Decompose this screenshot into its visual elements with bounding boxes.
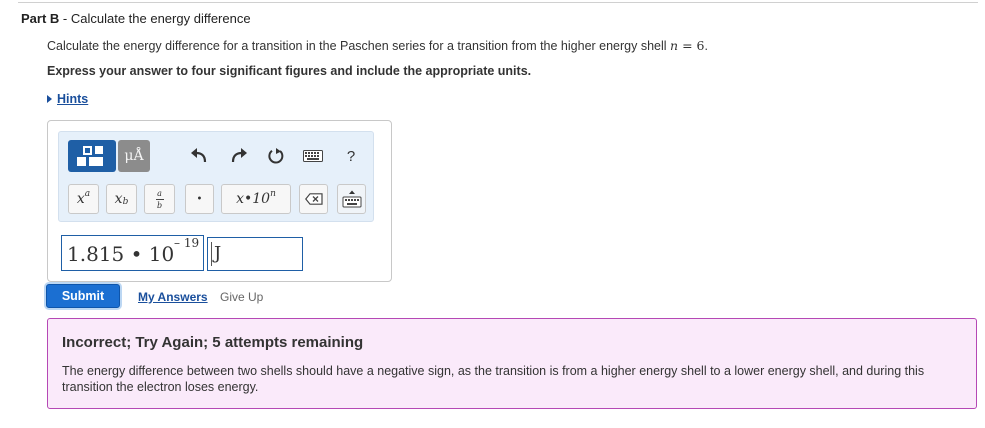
- part-separator: -: [59, 11, 71, 26]
- undo-icon[interactable]: [187, 145, 211, 167]
- dot-key[interactable]: •: [185, 184, 214, 214]
- units-value: J: [214, 243, 222, 264]
- top-divider: [18, 2, 978, 3]
- fraction-key[interactable]: a b: [144, 184, 175, 214]
- backspace-key[interactable]: [299, 184, 328, 214]
- give-up-link[interactable]: Give Up: [220, 290, 263, 304]
- question-math: n = 6: [670, 38, 704, 53]
- part-title: Part B - Calculate the energy difference: [21, 11, 251, 26]
- value-input[interactable]: 1.815 • 10 – 19: [61, 235, 204, 271]
- value-exponent: – 19: [174, 236, 200, 250]
- value-mantissa: 1.815: [67, 242, 125, 266]
- units-input[interactable]: J: [207, 237, 303, 271]
- part-title-text: Calculate the energy difference: [70, 11, 251, 26]
- power-key-exp: a: [84, 189, 91, 199]
- keyboard-icon[interactable]: [301, 145, 325, 167]
- fraction-key-num: a: [157, 188, 162, 198]
- subscript-key[interactable]: xb: [106, 184, 137, 214]
- question-period: .: [704, 39, 708, 53]
- reset-icon[interactable]: [264, 145, 288, 167]
- template-square-icon: [83, 146, 92, 155]
- keyboard-up-icon: [342, 190, 361, 208]
- instruction-text: Express your answer to four significant …: [47, 64, 532, 78]
- subscript-key-sub: b: [122, 197, 129, 207]
- value-times: •: [124, 242, 149, 266]
- feedback-panel: Incorrect; Try Again; 5 attempts remaini…: [47, 318, 977, 409]
- scientific-notation-key[interactable]: x•10 n: [221, 184, 291, 214]
- units-button[interactable]: μÅ: [118, 140, 150, 172]
- value-display: 1.815 • 10: [67, 242, 174, 266]
- feedback-text: The energy difference between two shells…: [62, 364, 925, 394]
- scientific-key-label: x•10: [236, 191, 271, 207]
- power-key[interactable]: xa: [68, 184, 99, 214]
- subscript-key-base: x: [114, 191, 123, 207]
- help-label: ?: [346, 147, 356, 165]
- question-text: Calculate the energy difference for a tr…: [47, 38, 708, 53]
- template-square-icon: [95, 146, 103, 154]
- power-key-base: x: [76, 191, 85, 207]
- backspace-icon: [304, 193, 323, 205]
- caret-right-icon: [47, 95, 52, 103]
- answer-box: μÅ ? xa xb a b • x•10 n 1.815 • 10 – 19 …: [47, 120, 392, 282]
- question-equals: =: [678, 38, 697, 53]
- scientific-key-exp: n: [270, 189, 276, 199]
- question-variable: n: [670, 38, 679, 53]
- help-icon[interactable]: ?: [339, 145, 363, 167]
- submit-button[interactable]: Submit: [46, 284, 120, 308]
- templates-button[interactable]: [68, 140, 116, 172]
- question-body: Calculate the energy difference for a tr…: [47, 39, 671, 53]
- hints-link[interactable]: Hints: [57, 92, 88, 106]
- template-square-icon: [89, 157, 103, 166]
- keyboard-toggle-key[interactable]: [337, 184, 366, 214]
- part-label: Part B: [21, 11, 60, 26]
- feedback-title: Incorrect; Try Again; 5 attempts remaini…: [62, 334, 364, 351]
- value-base: 10: [148, 242, 175, 266]
- template-square-icon: [77, 157, 86, 166]
- hints-toggle[interactable]: Hints: [47, 92, 88, 106]
- redo-icon[interactable]: [227, 145, 251, 167]
- my-answers-link[interactable]: My Answers: [138, 290, 208, 304]
- fraction-key-den: b: [156, 200, 163, 210]
- fraction-icon: a b: [155, 188, 164, 210]
- text-caret: [211, 242, 212, 266]
